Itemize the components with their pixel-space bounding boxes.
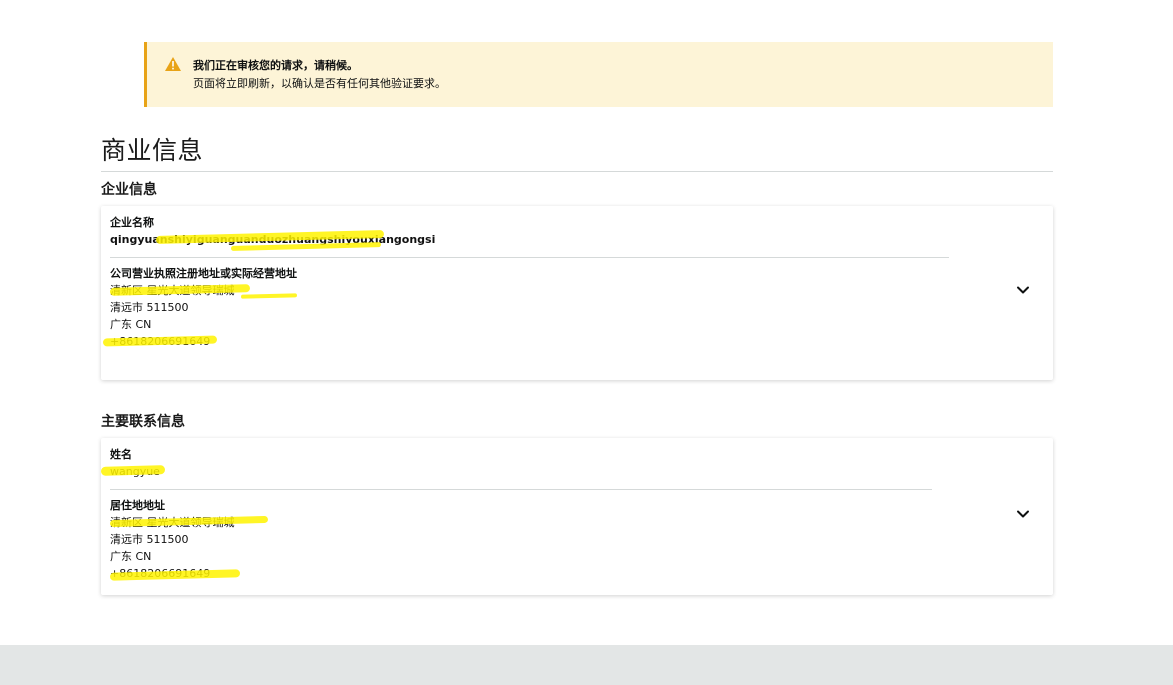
address-line-3: 广东 CN (110, 550, 152, 563)
alert-message: 页面将立即刷新，以确认是否有任何其他验证要求。 (193, 77, 446, 90)
chevron-down-icon[interactable] (1015, 282, 1031, 298)
page-title: 商业信息 (101, 136, 204, 165)
business-info-page: 我们正在审核您的请求，请稍候。 页面将立即刷新，以确认是否有任何其他验证要求。 … (0, 0, 1173, 685)
address-line-3: 广东 CN (110, 318, 152, 331)
redaction-mark (100, 465, 166, 476)
page-footer (0, 645, 1173, 685)
contact-name-label: 姓名 (110, 448, 132, 461)
alert-title: 我们正在审核您的请求，请稍候。 (193, 59, 358, 72)
warning-triangle-icon (165, 57, 181, 71)
business-address-label: 公司营业执照注册地址或实际经营地址 (110, 267, 297, 280)
title-divider (101, 171, 1053, 172)
chevron-down-icon[interactable] (1015, 506, 1031, 522)
contact-info-card[interactable]: 姓名 wangyue 居住地地址 清新区 星光大道领导瑞城 清远市 511500… (100, 438, 1053, 595)
company-name-label: 企业名称 (110, 216, 154, 229)
address-line-2: 清远市 511500 (110, 301, 189, 314)
verification-alert: 我们正在审核您的请求，请稍候。 页面将立即刷新，以确认是否有任何其他验证要求。 (144, 42, 1053, 107)
residential-address-label: 居住地地址 (110, 499, 165, 512)
business-info-card[interactable]: 企业名称 qingyuanshiyiguanguanduozhuangshiyo… (101, 206, 1053, 380)
card-divider (110, 257, 949, 258)
alert-text: 我们正在审核您的请求，请稍候。 页面将立即刷新，以确认是否有任何其他验证要求。 (193, 57, 446, 93)
contact-section-title: 主要联系信息 (101, 414, 185, 430)
card-divider (110, 489, 932, 490)
address-line-2: 清远市 511500 (110, 533, 189, 546)
business-section-title: 企业信息 (101, 182, 157, 198)
